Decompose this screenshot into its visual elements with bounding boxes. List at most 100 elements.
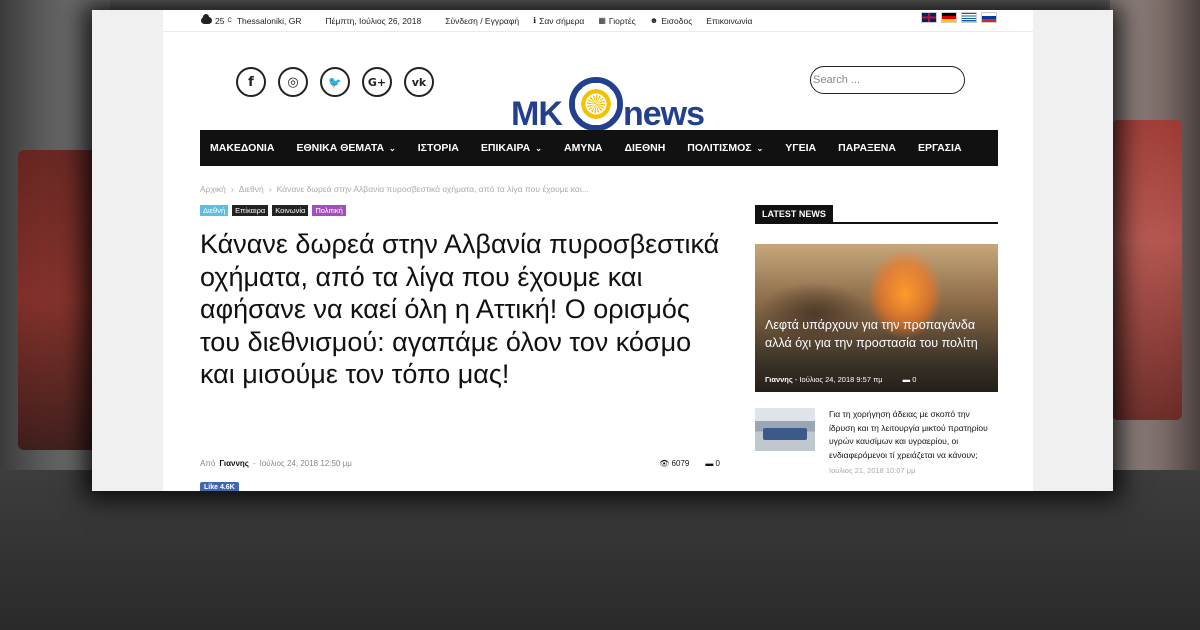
nav-item-paraxena[interactable]: ΠΑΡΑΞΕΝΑ xyxy=(838,142,896,154)
featured-news-meta: Γιαννης - Ιούλιος 24, 2018 9:57 πμ ▬ 0 xyxy=(765,375,917,384)
by-label: Από xyxy=(200,459,216,468)
nav-label: ΠΑΡΑΞΕΝΑ xyxy=(838,142,896,154)
logo-text-mk: MK xyxy=(511,95,563,133)
chevron-right-icon: › xyxy=(268,184,272,194)
breadcrumb-category[interactable]: Διεθνή xyxy=(239,184,264,194)
contact-link[interactable]: Επικοινωνία xyxy=(706,16,752,26)
featured-news-title[interactable]: Λεφτά υπάρχουν για την προπαγάνδα αλλά ό… xyxy=(765,316,988,352)
vergina-sun-icon xyxy=(569,77,623,131)
search-input[interactable]: Search ... xyxy=(810,66,965,94)
article-categories: Διεθνή Επίκαιρα Κοινωνία Πολιτική xyxy=(200,205,346,216)
category-tag[interactable]: Επίκαιρα xyxy=(232,205,269,216)
google-plus-icon[interactable]: G+ xyxy=(362,67,392,97)
list-item[interactable]: Για τη χορήγηση άδειας με σκοπό την ίδρυ… xyxy=(755,408,998,475)
site-header: f ◎ 🐦 G+ vk MK news Search ... xyxy=(163,32,1033,133)
nav-item-epikaira[interactable]: ΕΠΙΚΑΙΡΑ ⌄ xyxy=(481,142,542,154)
chevron-down-icon: ⌄ xyxy=(535,143,542,153)
logo-text-news: news xyxy=(623,95,705,133)
flag-ru-icon[interactable] xyxy=(981,12,997,23)
current-date: Πέμπτη, Ιούλιος 26, 2018 xyxy=(325,15,422,26)
page: 25 C Thessaloniki, GR Πέμπτη, Ιούλιος 26,… xyxy=(163,10,1033,491)
featured-news-comments: 0 xyxy=(912,375,917,384)
name-days-link[interactable]: ▦ Γιορτές xyxy=(598,16,635,26)
nav-item-politismos[interactable]: ΠΟΛΙΤΙΣΜΟΣ ⌄ xyxy=(687,142,763,154)
news-thumbnail[interactable] xyxy=(755,408,815,451)
category-tag[interactable]: Κοινωνία xyxy=(272,205,309,216)
chevron-down-icon: ⌄ xyxy=(756,143,764,153)
top-bar: 25 C Thessaloniki, GR Πέμπτη, Ιούλιος 26,… xyxy=(163,10,1033,32)
info-icon: ℹ xyxy=(533,16,537,25)
chevron-right-icon: › xyxy=(230,184,234,194)
facebook-icon[interactable]: f xyxy=(236,67,266,97)
background-fire-truck-left xyxy=(18,150,98,450)
article-byline: Από Γιαννης - Ιούλιος 24, 2018 12:50 μμ … xyxy=(200,459,720,468)
list-item-text: Για τη χορήγηση άδειας με σκοπό την ίδρυ… xyxy=(829,408,998,475)
language-flags xyxy=(921,12,997,23)
comments-count: 0 xyxy=(715,459,720,468)
author-link[interactable]: Γιαννης xyxy=(219,459,249,468)
nav-item-istoria[interactable]: ΙΣΤΟΡΙΑ xyxy=(418,142,459,154)
nav-label: ΕΠΙΚΑΙΡΑ xyxy=(480,142,531,154)
byline-separator: - xyxy=(252,459,256,468)
list-item-date: Ιούλιος 21, 2018 10:07 μμ xyxy=(829,466,916,475)
name-days-label: Γιορτές xyxy=(608,15,636,26)
featured-news-author[interactable]: Γιαννης xyxy=(765,375,793,384)
nav-label: ΜΑΚΕΔΟΝΙΑ xyxy=(210,142,275,154)
nav-item-ygeia[interactable]: ΥΓΕΙΑ xyxy=(785,142,816,154)
nav-label: ΕΡΓΑΣΙΑ xyxy=(917,142,962,154)
twitter-icon[interactable]: 🐦 xyxy=(320,67,350,97)
weather-widget: 25 C Thessaloniki, GR xyxy=(201,14,302,26)
login-register-label: Σύνδεση / Εγγραφή xyxy=(445,15,520,26)
views-count-group: 👁 6079 xyxy=(659,459,689,468)
location: Thessaloniki, GR xyxy=(236,15,302,26)
facebook-like-button[interactable]: Like 4.6K xyxy=(200,482,239,491)
views-count: 6079 xyxy=(671,459,690,468)
instagram-icon[interactable]: ◎ xyxy=(278,67,308,97)
nav-label: ΕΘΝΙΚΑ ΘΕΜΑΤΑ xyxy=(296,142,385,154)
nav-item-ergasia[interactable]: ΕΡΓΑΣΙΑ xyxy=(918,142,962,154)
breadcrumb-current: Κάνανε δωρεά στην Αλβανία πυροσβεστικά ο… xyxy=(276,184,589,194)
nav-item-ethnika-themata[interactable]: ΕΘΝΙΚΑ ΘΕΜΑΤΑ ⌄ xyxy=(296,142,395,154)
main-nav: ΜΑΚΕΔΟΝΙΑ ΕΘΝΙΚΑ ΘΕΜΑΤΑ ⌄ ΙΣΤΟΡΙΑ ΕΠΙΚΑΙΡ… xyxy=(200,130,998,166)
on-this-day-link[interactable]: ℹ Σαν σήμερα xyxy=(533,16,584,26)
nav-label: ΔΙΕΘΝΗ xyxy=(624,142,666,154)
website-screenshot: 25 C Thessaloniki, GR Πέμπτη, Ιούλιος 26,… xyxy=(92,10,1113,491)
nav-item-amyna[interactable]: ΑΜΥΝΑ xyxy=(564,142,603,154)
eye-icon: 👁 xyxy=(659,459,670,468)
nav-label: ΙΣΤΟΡΙΑ xyxy=(417,142,459,154)
comments-count-group[interactable]: ▬ 0 xyxy=(705,459,720,468)
login-label: Εισοδος xyxy=(661,15,693,26)
article-stats: 👁 6079 ▬ 0 xyxy=(659,459,720,468)
background-road xyxy=(0,470,1200,630)
flag-uk-icon[interactable] xyxy=(921,12,937,23)
article-title: Κάνανε δωρεά στην Αλβανία πυροσβεστικά ο… xyxy=(200,229,720,389)
cloud-icon xyxy=(201,14,212,24)
sidebar: LATEST NEWS Λεφτά υπάρχουν για την προπα… xyxy=(755,204,998,475)
nav-item-diethni[interactable]: ΔΙΕΘΝΗ xyxy=(624,142,665,154)
contact-label: Επικοινωνία xyxy=(706,15,753,26)
category-tag[interactable]: Πολιτική xyxy=(312,205,346,216)
background-fire-truck-right xyxy=(1112,120,1182,420)
featured-news-card[interactable]: Λεφτά υπάρχουν για την προπαγάνδα αλλά ό… xyxy=(755,244,998,392)
comment-icon: ▬ xyxy=(902,375,911,384)
nav-label: ΠΟΛΙΤΙΣΜΟΣ xyxy=(687,142,752,154)
login-link[interactable]: ☻ Εισοδος xyxy=(650,16,693,26)
featured-news-date: Ιούλιος 24, 2018 9:57 πμ xyxy=(799,375,883,384)
on-this-day-label: Σαν σήμερα xyxy=(539,15,585,26)
temperature-unit: C xyxy=(227,17,232,24)
breadcrumb-home[interactable]: Αρχική xyxy=(200,184,226,194)
article-date: Ιούλιος 24, 2018 12:50 μμ xyxy=(259,459,352,468)
breadcrumb: Αρχική › Διεθνή › Κάνανε δωρεά στην Αλβανία … xyxy=(200,184,589,194)
category-tag[interactable]: Διεθνή xyxy=(200,205,229,216)
vk-icon[interactable]: vk xyxy=(404,67,434,97)
list-item-title[interactable]: Για τη χορήγηση άδειας με σκοπό την ίδρυ… xyxy=(829,408,998,462)
social-links: f ◎ 🐦 G+ vk xyxy=(236,67,434,97)
login-register-link[interactable]: Σύνδεση / Εγγραφή xyxy=(445,16,519,26)
nav-item-makedonia[interactable]: ΜΑΚΕΔΟΝΙΑ xyxy=(210,142,274,154)
nav-label: ΥΓΕΙΑ xyxy=(785,142,817,154)
nav-label: ΑΜΥΝΑ xyxy=(563,142,603,154)
calendar-icon: ▦ xyxy=(598,16,606,25)
site-logo[interactable]: MK news xyxy=(511,65,731,133)
flag-de-icon[interactable] xyxy=(941,12,957,23)
flag-gr-icon[interactable] xyxy=(961,12,977,23)
